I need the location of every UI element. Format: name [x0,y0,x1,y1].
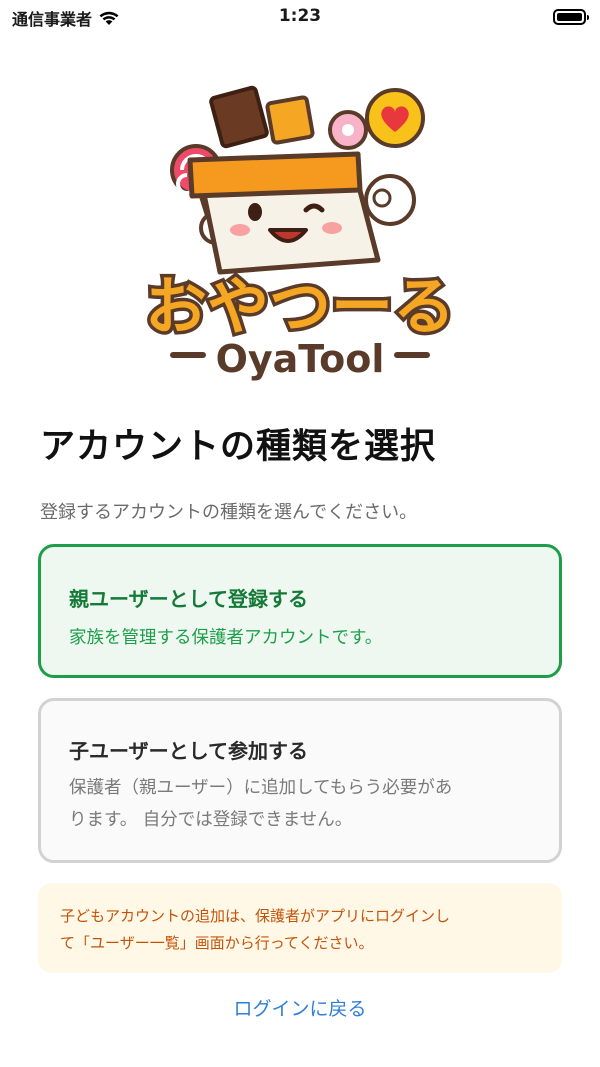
parent-option-title: 親ユーザーとして登録する [69,587,308,611]
logo-title-jp: おやつーる [145,270,455,343]
page-title: アカウントの種類を選択 [40,427,437,467]
status-time: 1:23 [278,6,322,26]
child-option-description: 保護者（親ユーザー）に追加してもらう必要があ ります。 自分では登録できません。 [69,772,531,836]
battery-icon [553,9,589,25]
oyatool-logo: おやつーる OyaTool [141,85,459,381]
child-option-title: 子ユーザーとして参加する [69,739,308,763]
page-subtitle: 登録するアカウントの種類を選んでください。 [40,502,418,523]
parent-account-option[interactable]: 親ユーザーとして登録する 家族を管理する保護者アカウントです。 [38,544,562,678]
notice-line1: 子どもアカウントの追加は、保護者がアプリにログインし [60,907,451,925]
parent-option-description: 家族を管理する保護者アカウントです。 [69,628,383,648]
info-notice: 子どもアカウントの追加は、保護者がアプリにログインし て「ユーザー一覧」画面から… [38,883,562,973]
notice-line2: て「ユーザー一覧」画面から行ってください。 [60,934,374,952]
logo-title-en: OyaTool [216,337,385,381]
status-bar: 通信事業者 1:23 [0,0,600,36]
child-account-option[interactable]: 子ユーザーとして参加する 保護者（親ユーザー）に追加してもらう必要があ ります。… [38,698,562,863]
child-option-description-line1: 保護者（親ユーザー）に追加してもらう必要があ [69,778,453,798]
back-to-login-link[interactable]: ログインに戻る [0,994,600,1021]
child-option-description-line2: ります。 自分では登録できません。 [69,810,353,830]
